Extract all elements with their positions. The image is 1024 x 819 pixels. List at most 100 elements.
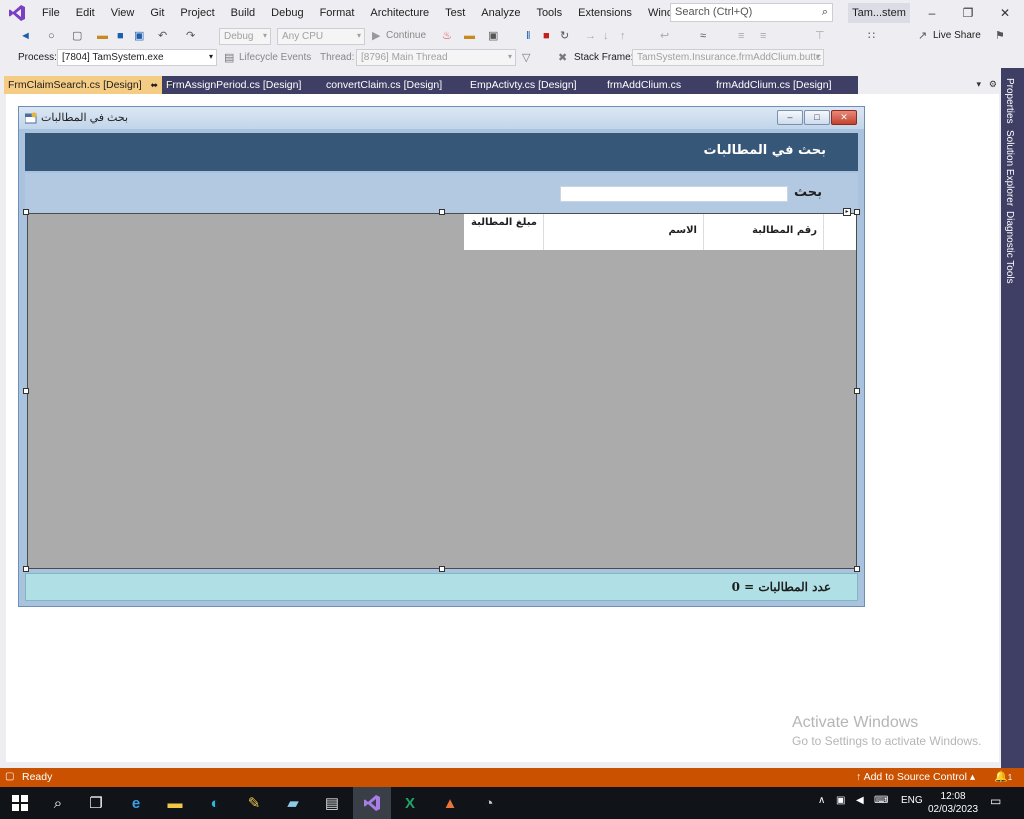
- resize-handle[interactable]: [23, 388, 29, 394]
- menu-build[interactable]: Build: [223, 0, 263, 26]
- menu-project[interactable]: Project: [172, 0, 222, 26]
- resize-handle[interactable]: [439, 209, 445, 215]
- back-icon[interactable]: ◄: [20, 26, 31, 46]
- tab-convertclaim[interactable]: convertClaim.cs [Design]: [322, 76, 466, 94]
- resize-handle[interactable]: [854, 209, 860, 215]
- step-into-icon[interactable]: ↓: [603, 26, 609, 46]
- process-dropdown[interactable]: [7804] TamSystem.exe ▾: [57, 49, 217, 66]
- continue-button[interactable]: Continue: [386, 26, 426, 46]
- form-title-bar[interactable]: بحث في المطالبات – □ ✕: [19, 107, 864, 129]
- thread-dropdown[interactable]: [8796] Main Thread ▾: [356, 49, 516, 66]
- menu-tools[interactable]: Tools: [528, 0, 570, 26]
- lifecycle-events-dropdown[interactable]: Lifecycle Events: [239, 48, 311, 68]
- output-icon[interactable]: ▢: [5, 771, 14, 782]
- align-top-icon[interactable]: ⊤: [815, 26, 825, 46]
- feedback-icon[interactable]: ⚑: [995, 26, 1005, 46]
- column-header-claim-amount[interactable]: مبلغ المطالبة: [464, 214, 544, 250]
- hot-reload-icon[interactable]: ♨: [442, 26, 452, 46]
- tab-frmaddclium-design[interactable]: frmAddClium.cs [Design]: [712, 76, 858, 94]
- new-item-icon[interactable]: ▢: [72, 26, 82, 46]
- platform-dropdown[interactable]: Any CPU ▾: [277, 28, 365, 45]
- task-view-icon[interactable]: ❐: [84, 792, 108, 814]
- search-icon[interactable]: ⌕: [46, 792, 70, 814]
- stop-icon[interactable]: ■: [543, 26, 550, 46]
- menu-git[interactable]: Git: [142, 0, 172, 26]
- align-icon[interactable]: ≡: [738, 26, 744, 46]
- column-header-claim-number[interactable]: رقم المطالبة: [704, 214, 824, 250]
- claim-search-input[interactable]: [560, 186, 788, 202]
- tab-frmaddclium[interactable]: frmAddClium.cs: [603, 76, 712, 94]
- filter-icon[interactable]: ▽: [522, 48, 530, 68]
- notifications-icon[interactable]: 🔔1: [994, 770, 1012, 783]
- redo-icon[interactable]: ↷: [186, 26, 195, 46]
- tray-chevron-icon[interactable]: ∧: [818, 795, 825, 806]
- notepad-icon[interactable]: ▤: [320, 792, 344, 814]
- side-tab-solution-explorer[interactable]: Solution Explorer: [1004, 130, 1015, 206]
- app-icon[interactable]: ▰: [281, 792, 305, 814]
- layout-icon[interactable]: ∷: [868, 26, 875, 46]
- form-minimize-icon[interactable]: –: [777, 110, 803, 125]
- network-icon[interactable]: ▣: [836, 795, 845, 806]
- resize-handle[interactable]: [854, 566, 860, 572]
- menu-format[interactable]: Format: [312, 0, 363, 26]
- flag-threads-icon[interactable]: ✖: [558, 48, 567, 68]
- undo-icon[interactable]: ↶: [158, 26, 167, 46]
- side-tab-diagnostic-tools[interactable]: Diagnostic Tools: [1004, 211, 1015, 284]
- live-share-button[interactable]: Live Share: [933, 26, 981, 46]
- resize-handle[interactable]: [854, 388, 860, 394]
- side-tab-properties[interactable]: Properties: [1004, 78, 1015, 124]
- volume-icon[interactable]: ◀: [856, 795, 864, 806]
- forward-icon[interactable]: ○: [48, 26, 55, 46]
- paint-icon[interactable]: ✎: [242, 792, 266, 814]
- column-header-name[interactable]: الاسم: [544, 214, 704, 250]
- pause-icon[interactable]: ‖: [526, 26, 531, 46]
- screenshot-icon[interactable]: ▣: [488, 26, 498, 46]
- pin-icon[interactable]: ⬌: [151, 80, 159, 90]
- restart-icon[interactable]: ↻: [560, 26, 569, 46]
- form-close-icon[interactable]: ✕: [831, 110, 857, 125]
- stack-frame-dropdown[interactable]: TamSystem.Insurance.frmAddClium.buttc ▾: [632, 49, 824, 66]
- align-center-icon[interactable]: ≡: [760, 26, 766, 46]
- step-out-icon[interactable]: ↑: [620, 26, 626, 46]
- close-icon[interactable]: ✕: [987, 0, 1023, 26]
- internet-explorer-icon[interactable]: e: [124, 792, 148, 814]
- menu-file[interactable]: File: [34, 0, 68, 26]
- minimize-icon[interactable]: –: [914, 0, 950, 26]
- breakpoints-icon[interactable]: ≈: [700, 26, 706, 46]
- claim-search-form[interactable]: بحث في المطالبات – □ ✕ بحث في المطالبات …: [18, 106, 865, 607]
- open-folder-icon[interactable]: ▬: [97, 26, 108, 46]
- file-explorer-icon[interactable]: ▬: [163, 792, 187, 814]
- menu-test[interactable]: Test: [437, 0, 473, 26]
- system-clock[interactable]: 12:08 02/03/2023: [928, 790, 978, 816]
- resize-handle[interactable]: [23, 566, 29, 572]
- save-all-icon[interactable]: ▣: [134, 26, 144, 46]
- edge-icon[interactable]: ◐: [203, 792, 227, 814]
- search-input[interactable]: Search (Ctrl+Q) ⌕: [670, 3, 833, 22]
- restore-icon[interactable]: ❐: [950, 0, 986, 26]
- tab-empactivty[interactable]: EmpActivty.cs [Design]: [466, 76, 603, 94]
- tab-frmassignperiod[interactable]: FrmAssignPeriod.cs [Design]: [162, 76, 322, 94]
- menu-architecture[interactable]: Architecture: [362, 0, 437, 26]
- tab-dropdown-icon[interactable]: ▾: [976, 79, 981, 90]
- excel-icon[interactable]: X: [398, 792, 422, 814]
- menu-debug[interactable]: Debug: [263, 0, 311, 26]
- resize-handle[interactable]: [23, 209, 29, 215]
- folder-icon[interactable]: ▬: [464, 26, 475, 46]
- smart-tag-icon[interactable]: ▸: [843, 208, 851, 216]
- app-palette-icon[interactable]: ◔: [477, 792, 501, 814]
- tab-frmclaimsearch[interactable]: FrmClaimSearch.cs [Design] ⬌ ✕: [4, 76, 173, 94]
- add-to-source-control-button[interactable]: ↑ Add to Source Control ▴: [856, 771, 975, 783]
- comment-icon[interactable]: ↩: [660, 26, 669, 46]
- gear-icon[interactable]: ⚙: [989, 79, 997, 90]
- step-over-icon[interactable]: →: [585, 26, 596, 46]
- live-share-icon[interactable]: ↗: [918, 26, 927, 46]
- claims-data-grid[interactable]: مبلغ المطالبة الاسم رقم المطالبة: [27, 213, 857, 569]
- menu-edit[interactable]: Edit: [68, 0, 103, 26]
- app-flame-icon[interactable]: ▲: [438, 792, 462, 814]
- save-icon[interactable]: ■: [117, 26, 124, 46]
- solution-name-badge[interactable]: Tam...stem: [848, 3, 910, 23]
- menu-view[interactable]: View: [103, 0, 143, 26]
- configuration-dropdown[interactable]: Debug ▾: [219, 28, 271, 45]
- windows-start-icon[interactable]: [8, 792, 32, 814]
- visual-studio-taskbar-icon[interactable]: [353, 787, 391, 819]
